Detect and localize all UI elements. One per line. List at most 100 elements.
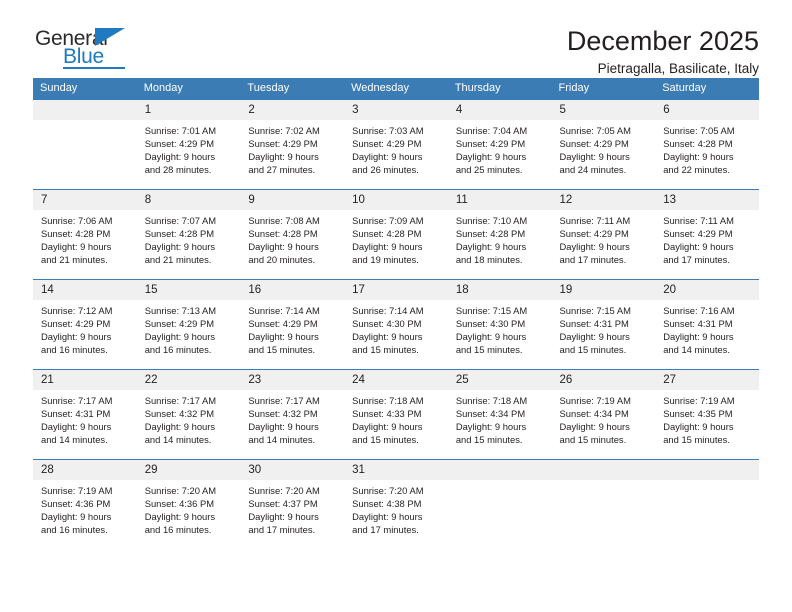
generalblue-logo[interactable]: General Blue: [33, 26, 145, 74]
sun-info-line: Daylight: 9 hours: [455, 421, 527, 433]
sun-info-line: Sunrise: 7:19 AM: [559, 395, 631, 406]
title-block: December 2025 Pietragalla, Basilicate, I…: [567, 26, 759, 77]
calendar-day-cell-empty: [655, 459, 759, 549]
calendar-day-cell[interactable]: 12 Sunrise: 7:11 AM Sunset: 4:29 PM Dayligh…: [551, 189, 656, 280]
sun-info-line: Sunrise: 7:19 AM: [663, 395, 735, 406]
calendar-day-cell[interactable]: 10 Sunrise: 7:09 AM Sunset: 4:28 PM Dayligh…: [344, 189, 448, 280]
sun-info-line: and 17 minutes.: [559, 254, 627, 266]
weekday-header-sunday: Sunday: [33, 78, 137, 100]
sun-info-line: Sunset: 4:28 PM: [663, 138, 733, 150]
day-sun-info: Sunrise: 7:10 AM Sunset: 4:28 PM Daylight:…: [448, 210, 552, 266]
calendar-day-cell[interactable]: 19 Sunrise: 7:15 AM Sunset: 4:31 PM Dayligh…: [551, 279, 656, 370]
sun-info-line: Daylight: 9 hours: [663, 241, 734, 253]
day-cell-inner: 16 Sunrise: 7:14 AM Sunset: 4:29 PM Dayligh…: [240, 280, 345, 369]
calendar-day-cell[interactable]: 2 Sunrise: 7:02 AM Sunset: 4:29 PM Daylight…: [240, 99, 345, 190]
sun-info-line: Sunset: 4:28 PM: [352, 228, 422, 240]
sun-info-line: Sunrise: 7:15 AM: [455, 305, 528, 316]
day-sun-info: Sunrise: 7:11 AM Sunset: 4:29 PM Daylight:…: [655, 210, 759, 266]
day-cell-inner: 26 Sunrise: 7:19 AM Sunset: 4:34 PM Dayligh…: [551, 370, 656, 459]
day-cell-inner: 11 Sunrise: 7:10 AM Sunset: 4:28 PM Dayligh…: [447, 190, 552, 279]
sun-info-line: Sunrise: 7:18 AM: [455, 395, 528, 406]
day-number: 15: [136, 280, 241, 300]
calendar-day-cell[interactable]: 11 Sunrise: 7:10 AM Sunset: 4:28 PM Dayligh…: [447, 189, 552, 280]
day-cell-inner: 30 Sunrise: 7:20 AM Sunset: 4:37 PM Dayligh…: [240, 460, 345, 549]
sun-info-line: Sunset: 4:29 PM: [248, 138, 318, 150]
day-number: 5: [551, 100, 656, 120]
day-sun-info: Sunrise: 7:17 AM Sunset: 4:32 PM Daylight:…: [240, 390, 344, 446]
day-sun-info: Sunrise: 7:15 AM Sunset: 4:31 PM Daylight:…: [552, 300, 656, 356]
day-number: 22: [136, 370, 241, 390]
sun-info-line: and 17 minutes.: [352, 524, 419, 536]
calendar-day-cell[interactable]: 31 Sunrise: 7:20 AM Sunset: 4:38 PM Dayligh…: [344, 459, 448, 549]
sun-info-line: Sunset: 4:29 PM: [455, 138, 526, 150]
calendar-week-row: 21 Sunrise: 7:17 AM Sunset: 4:31 PM Dayligh…: [33, 369, 759, 460]
calendar-day-cell[interactable]: 15 Sunrise: 7:13 AM Sunset: 4:29 PM Dayligh…: [136, 279, 241, 370]
sun-info-line: and 19 minutes.: [352, 254, 419, 266]
calendar-day-cell[interactable]: 29 Sunrise: 7:20 AM Sunset: 4:36 PM Dayligh…: [136, 459, 241, 549]
day-cell-inner: 31 Sunrise: 7:20 AM Sunset: 4:38 PM Dayligh…: [344, 460, 448, 549]
day-number: 12: [551, 190, 656, 210]
sun-info-line: Sunset: 4:29 PM: [559, 228, 629, 240]
calendar-body: 1 Sunrise: 7:01 AM Sunset: 4:29 PM Daylight…: [33, 99, 759, 549]
sun-info-line: and 15 minutes.: [248, 344, 316, 356]
sun-info-line: and 14 minutes.: [663, 344, 730, 356]
calendar-day-cell[interactable]: 24 Sunrise: 7:18 AM Sunset: 4:33 PM Dayligh…: [344, 369, 448, 460]
day-number: 2: [240, 100, 345, 120]
calendar-day-cell[interactable]: 23 Sunrise: 7:17 AM Sunset: 4:32 PM Dayligh…: [240, 369, 345, 460]
day-number: 16: [240, 280, 345, 300]
day-number: 9: [240, 190, 345, 210]
sun-info-line: Sunset: 4:32 PM: [248, 408, 318, 420]
calendar-day-cell[interactable]: 7 Sunrise: 7:06 AM Sunset: 4:28 PM Daylight…: [33, 189, 137, 280]
day-sun-info: Sunrise: 7:02 AM Sunset: 4:29 PM Daylight:…: [240, 120, 344, 176]
sun-info-line: Daylight: 9 hours: [248, 511, 319, 523]
day-cell-inner: 22 Sunrise: 7:17 AM Sunset: 4:32 PM Dayligh…: [136, 370, 241, 459]
sun-info-line: Daylight: 9 hours: [663, 331, 734, 343]
calendar-day-cell[interactable]: 4 Sunrise: 7:04 AM Sunset: 4:29 PM Daylight…: [447, 99, 552, 190]
calendar-day-cell[interactable]: 18 Sunrise: 7:15 AM Sunset: 4:30 PM Dayligh…: [447, 279, 552, 370]
day-cell-inner: 25 Sunrise: 7:18 AM Sunset: 4:34 PM Dayligh…: [447, 370, 552, 459]
day-cell-inner: 17 Sunrise: 7:14 AM Sunset: 4:30 PM Dayligh…: [344, 280, 448, 369]
calendar-day-cell[interactable]: 5 Sunrise: 7:05 AM Sunset: 4:29 PM Daylight…: [551, 99, 656, 190]
day-number: 20: [655, 280, 759, 300]
calendar-day-cell[interactable]: 16 Sunrise: 7:14 AM Sunset: 4:29 PM Dayligh…: [240, 279, 345, 370]
day-number: 13: [655, 190, 759, 210]
calendar-day-cell[interactable]: 20 Sunrise: 7:16 AM Sunset: 4:31 PM Dayligh…: [655, 279, 759, 370]
day-number: 18: [447, 280, 552, 300]
calendar-week-row: 1 Sunrise: 7:01 AM Sunset: 4:29 PM Daylight…: [33, 99, 759, 190]
calendar-day-cell[interactable]: 28 Sunrise: 7:19 AM Sunset: 4:36 PM Dayligh…: [33, 459, 137, 549]
day-sun-info: Sunrise: 7:14 AM Sunset: 4:29 PM Daylight:…: [240, 300, 344, 356]
sun-info-line: Sunset: 4:34 PM: [559, 408, 629, 420]
sun-info-line: Sunrise: 7:02 AM: [248, 125, 320, 136]
day-cell-inner: 10 Sunrise: 7:09 AM Sunset: 4:28 PM Dayligh…: [344, 190, 448, 279]
day-number: 11: [447, 190, 552, 210]
calendar-day-cell[interactable]: 27 Sunrise: 7:19 AM Sunset: 4:35 PM Dayligh…: [655, 369, 759, 460]
day-number: 17: [344, 280, 448, 300]
sun-info-line: Sunset: 4:29 PM: [663, 228, 733, 240]
day-number: 8: [136, 190, 241, 210]
calendar-day-cell[interactable]: 22 Sunrise: 7:17 AM Sunset: 4:32 PM Dayligh…: [136, 369, 241, 460]
calendar-day-cell[interactable]: 14 Sunrise: 7:12 AM Sunset: 4:29 PM Dayligh…: [33, 279, 137, 370]
day-number: 10: [344, 190, 448, 210]
calendar-day-cell[interactable]: 17 Sunrise: 7:14 AM Sunset: 4:30 PM Dayligh…: [344, 279, 448, 370]
calendar-day-cell[interactable]: 6 Sunrise: 7:05 AM Sunset: 4:28 PM Daylight…: [655, 99, 759, 190]
calendar-day-cell[interactable]: 9 Sunrise: 7:08 AM Sunset: 4:28 PM Daylight…: [240, 189, 345, 280]
sun-info-line: Sunset: 4:28 PM: [248, 228, 318, 240]
calendar-day-cell[interactable]: 1 Sunrise: 7:01 AM Sunset: 4:29 PM Daylight…: [136, 99, 241, 190]
day-cell-inner: 14 Sunrise: 7:12 AM Sunset: 4:29 PM Dayligh…: [33, 280, 137, 369]
sun-info-line: Daylight: 9 hours: [41, 331, 112, 343]
calendar-day-cell[interactable]: 21 Sunrise: 7:17 AM Sunset: 4:31 PM Dayligh…: [33, 369, 137, 460]
calendar-day-cell[interactable]: 30 Sunrise: 7:20 AM Sunset: 4:37 PM Dayligh…: [240, 459, 345, 549]
calendar-week-row: 7 Sunrise: 7:06 AM Sunset: 4:28 PM Daylight…: [33, 189, 759, 280]
day-sun-info: Sunrise: 7:04 AM Sunset: 4:29 PM Daylight:…: [448, 120, 552, 176]
day-sun-info: Sunrise: 7:06 AM Sunset: 4:28 PM Daylight:…: [33, 210, 137, 266]
weekday-header-row: Sunday Monday Tuesday Wednesday Thursday Frid…: [33, 78, 759, 100]
calendar-day-cell[interactable]: 25 Sunrise: 7:18 AM Sunset: 4:34 PM Dayligh…: [447, 369, 552, 460]
calendar-day-cell[interactable]: 26 Sunrise: 7:19 AM Sunset: 4:34 PM Dayligh…: [551, 369, 656, 460]
calendar-day-cell[interactable]: 8 Sunrise: 7:07 AM Sunset: 4:28 PM Daylight…: [136, 189, 241, 280]
weekday-header-wednesday: Wednesday: [344, 78, 448, 100]
calendar-day-cell[interactable]: 13 Sunrise: 7:11 AM Sunset: 4:29 PM Dayligh…: [655, 189, 759, 280]
sun-info-line: and 16 minutes.: [41, 344, 108, 356]
sun-info-line: Daylight: 9 hours: [559, 151, 630, 163]
calendar-day-cell[interactable]: 3 Sunrise: 7:03 AM Sunset: 4:29 PM Daylight…: [344, 99, 448, 190]
day-cell-inner: 9 Sunrise: 7:08 AM Sunset: 4:28 PM Daylight…: [240, 190, 345, 279]
